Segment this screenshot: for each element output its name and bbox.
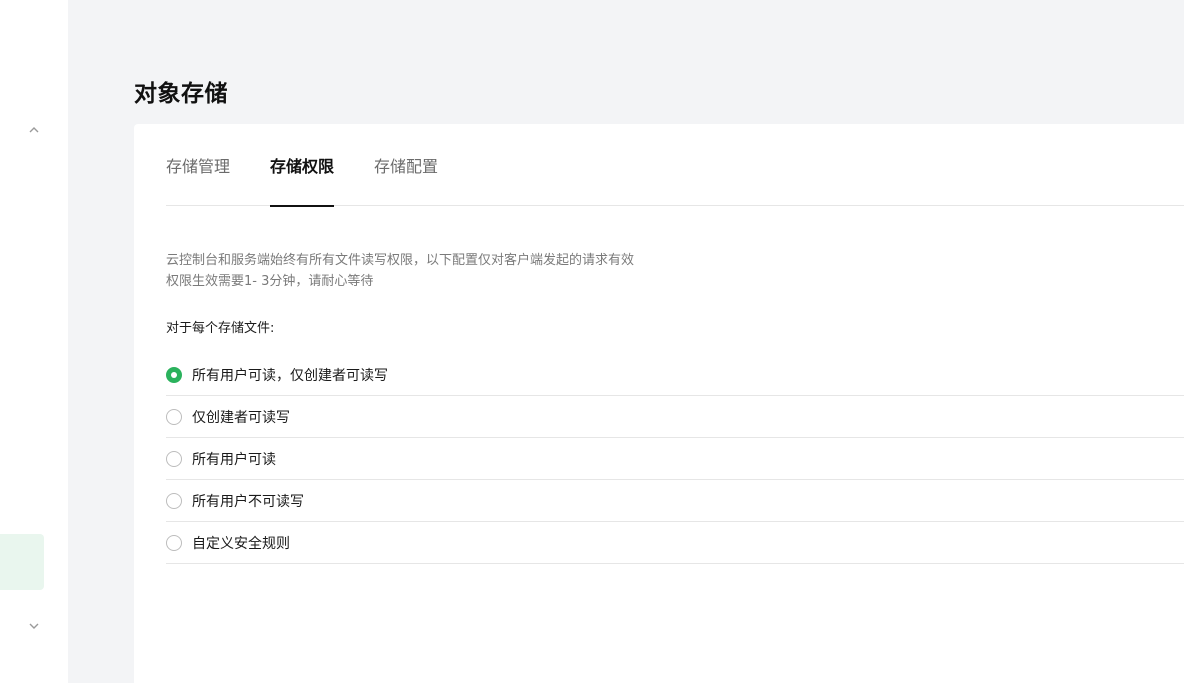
radio-label: 所有用户可读 <box>192 451 276 468</box>
radio-button[interactable] <box>166 534 182 551</box>
tab-bar: 存储管理 存储权限 存储配置 <box>166 124 1184 207</box>
radio-button[interactable] <box>166 366 182 383</box>
radio-option[interactable]: 仅创建者可读写 <box>166 396 1184 438</box>
radio-label: 自定义安全规则 <box>192 535 290 552</box>
sidebar-item-active[interactable] <box>0 534 44 590</box>
radio-button[interactable] <box>166 492 182 509</box>
radio-label: 仅创建者可读写 <box>192 409 290 426</box>
tab-storage-config[interactable]: 存储配置 <box>374 124 438 206</box>
chevron-down-icon[interactable] <box>26 618 42 634</box>
radio-label: 所有用户可读，仅创建者可读写 <box>192 367 388 384</box>
tab-storage-permissions[interactable]: 存储权限 <box>270 124 335 207</box>
sidebar <box>0 0 68 683</box>
radio-button[interactable] <box>166 408 182 425</box>
tab-storage-management[interactable]: 存储管理 <box>166 124 230 206</box>
radio-button[interactable] <box>166 450 182 467</box>
chevron-up-icon[interactable] <box>26 122 42 138</box>
page-title: 对象存储 <box>134 81 228 107</box>
description-line-2: 权限生效需要1- 3分钟，请耐心等待 <box>166 274 374 289</box>
description-line-1: 云控制台和服务端始终有所有文件读写权限，以下配置仅对客户端发起的请求有效 <box>166 253 635 268</box>
radio-option[interactable]: 所有用户可读，仅创建者可读写 <box>166 354 1184 396</box>
radio-option[interactable]: 所有用户不可读写 <box>166 480 1184 522</box>
permission-description: 云控制台和服务端始终有所有文件读写权限，以下配置仅对客户端发起的请求有效 权限生… <box>166 250 634 292</box>
content-card: 存储管理 存储权限 存储配置 云控制台和服务端始终有所有文件读写权限，以下配置仅… <box>134 124 1184 683</box>
radio-option[interactable]: 自定义安全规则 <box>166 522 1184 564</box>
permission-radio-group: 所有用户可读，仅创建者可读写 仅创建者可读写 所有用户可读 所有用户不可读写 自… <box>166 354 1184 564</box>
radio-option[interactable]: 所有用户可读 <box>166 438 1184 480</box>
permission-prompt: 对于每个存储文件: <box>166 321 275 336</box>
radio-label: 所有用户不可读写 <box>192 493 304 510</box>
